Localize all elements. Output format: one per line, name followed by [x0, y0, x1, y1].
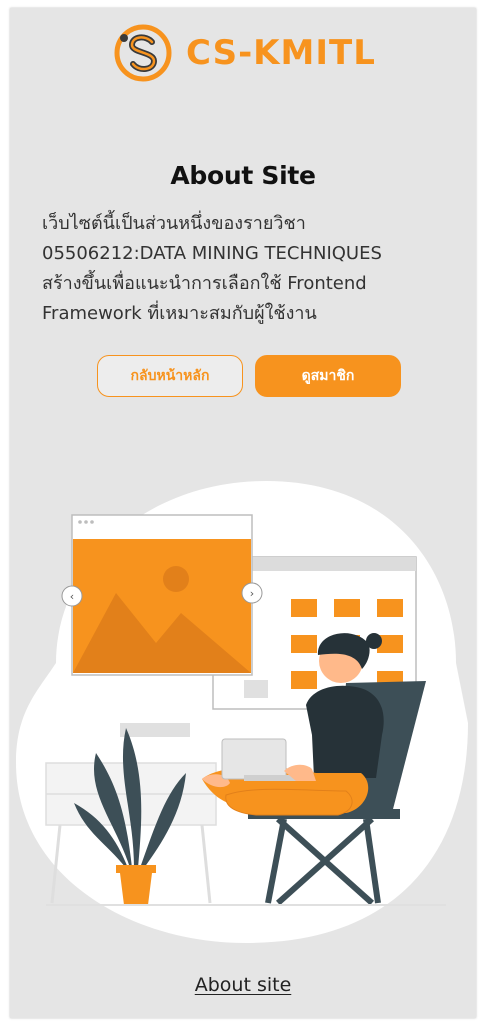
svg-text:‹: ‹	[70, 590, 74, 603]
page-title: About Site	[170, 161, 316, 190]
about-description: เว็บไซต์นี้เป็นส่วนหนึ่งของรายวิชา 05506…	[42, 209, 462, 329]
svg-text:›: ›	[250, 587, 254, 600]
about-site-link[interactable]: About site	[10, 974, 476, 996]
workspace-illustration: ‹ ›	[16, 481, 468, 943]
brand-name: CS-KMITL	[186, 33, 376, 73]
description-line: เว็บไซต์นี้เป็นส่วนหนึ่งของรายวิชา	[42, 213, 306, 234]
cs-logo-icon	[114, 24, 172, 82]
view-members-button[interactable]: ดูสมาชิก	[255, 355, 401, 397]
description-line: สร้างขึ้นเพื่อแนะนำการเลือกใช้ Frontend	[42, 273, 367, 294]
brand-logo[interactable]: CS-KMITL	[112, 20, 376, 86]
description-line: Framework ที่เหมาะสมกับผู้ใช้งาน	[42, 303, 317, 324]
back-home-button[interactable]: กลับหน้าหลัก	[97, 355, 243, 397]
description-line: 05506212:DATA MINING TECHNIQUES	[42, 243, 382, 264]
page-frame: CS-KMITL About Site เว็บไซต์นี้เป็นส่วนห…	[10, 8, 476, 1018]
